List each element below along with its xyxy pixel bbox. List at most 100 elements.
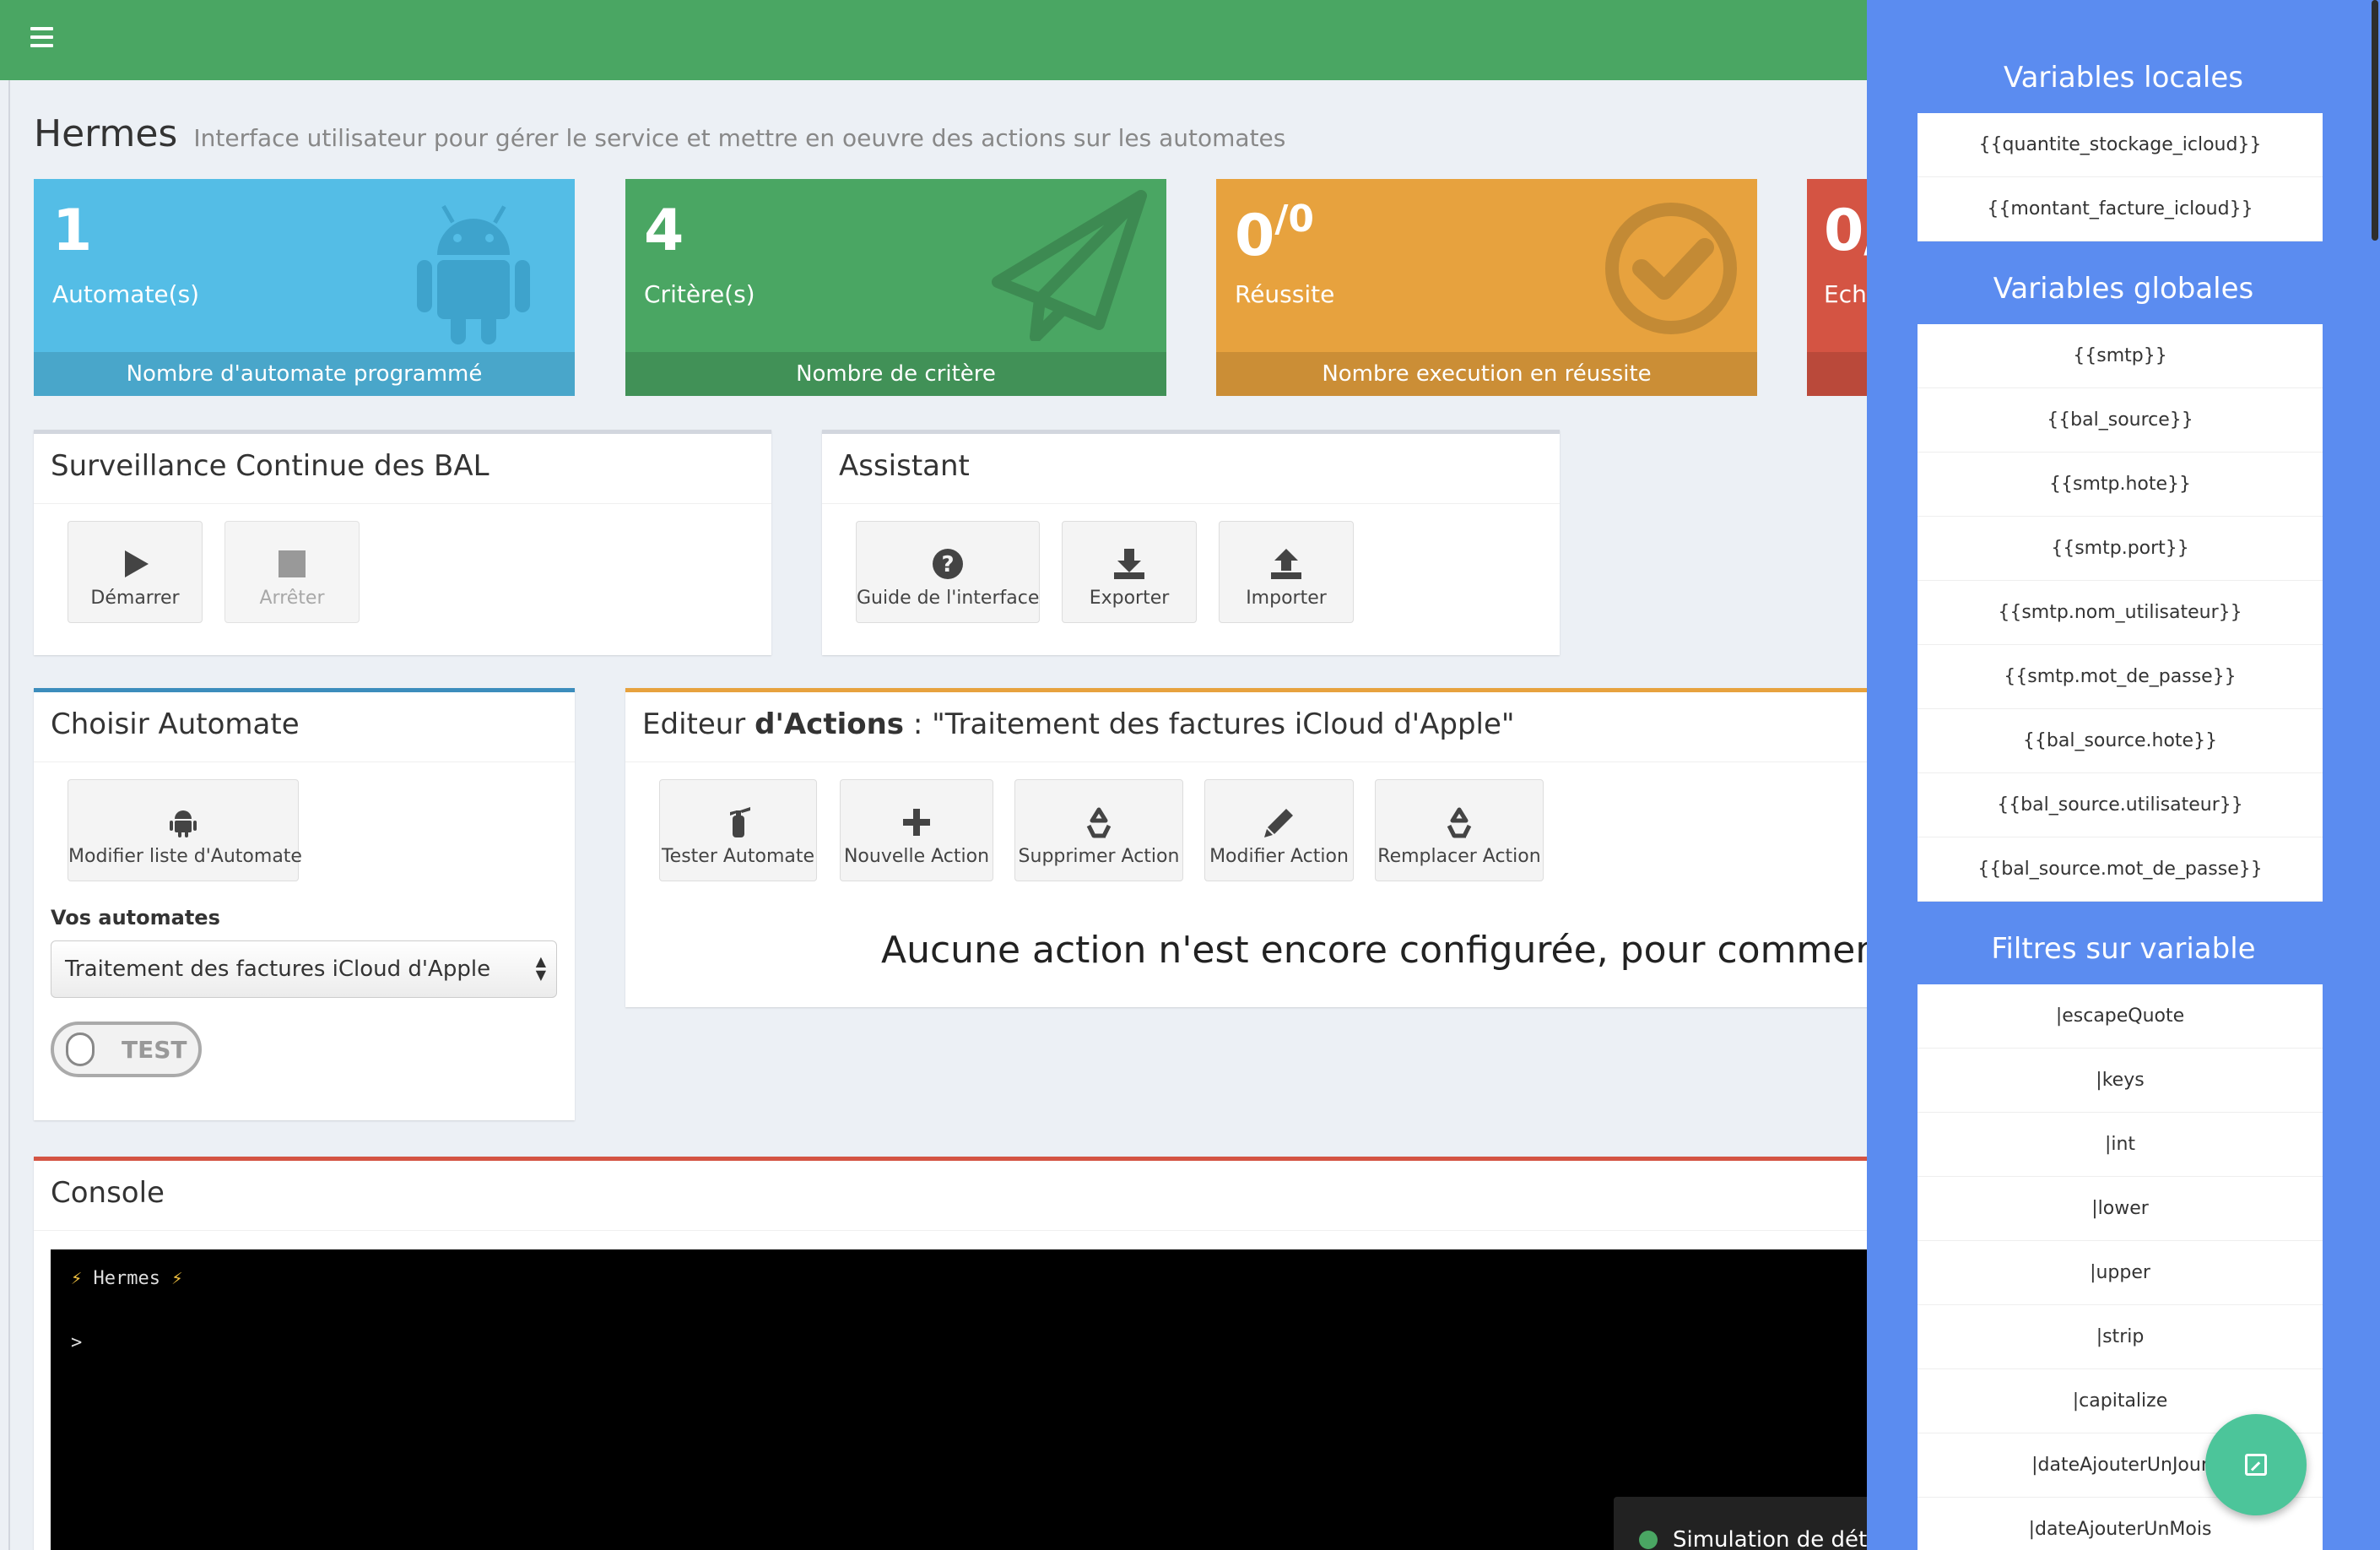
page-title: Hermes [34, 112, 178, 155]
button-label: Importer [1246, 588, 1327, 609]
recycle-icon [1447, 807, 1472, 838]
modify-automates-button[interactable]: Modifier liste d'Automate [68, 779, 302, 881]
variable-item[interactable]: {{smtp}} [1918, 324, 2323, 388]
stop-button[interactable]: Arrêter [224, 521, 360, 623]
paper-plane-icon [992, 190, 1147, 341]
stat-label: Critère(s) [644, 280, 755, 308]
globals-title: Variables globales [1993, 272, 2254, 306]
stat-echec: 0/ Eche [1807, 179, 1867, 396]
variable-item[interactable]: |escapeQuote [1918, 984, 2323, 1049]
locals-title: Variables locales [2003, 61, 2244, 95]
download-icon [1114, 549, 1144, 579]
stat-footer: Nombre d'automate programmé [34, 352, 575, 396]
toast-text: Simulation de déteo [1673, 1527, 1867, 1550]
variable-item[interactable]: {{smtp.hote}} [1918, 453, 2323, 517]
box-divider [34, 503, 771, 504]
notification-toast: Simulation de déteo [1614, 1497, 1867, 1550]
select-value: Traitement des factures iCloud d'Apple [65, 957, 491, 982]
main-content: Hermes Interface utilisateur pour gérer … [0, 80, 1867, 1550]
select-arrows-icon: ▲ ▼ [535, 953, 546, 983]
toggle-label: TEST [122, 1036, 187, 1064]
box-title: Choisir Automate [51, 707, 300, 741]
button-label: Guide de l'interface [857, 588, 1040, 609]
recycle-icon [1086, 807, 1112, 838]
stat-footer: Nombre execution en réussite [1216, 352, 1757, 396]
variable-item[interactable]: |strip [1918, 1305, 2323, 1369]
lightning-icon: ⚡ [171, 1268, 183, 1289]
button-label: Exporter [1089, 588, 1170, 609]
globals-list: {{smtp}} {{bal_source}} {{smtp.hote}} {{smt… [1918, 324, 2323, 902]
test-automate-button[interactable]: Tester Automate [659, 779, 817, 881]
automates-label: Vos automates [51, 906, 220, 929]
test-mode-toggle[interactable]: TEST [51, 1022, 202, 1077]
box-title: Console [51, 1176, 165, 1210]
variable-item[interactable]: {{quantite_stockage_icloud}} [1918, 113, 2323, 177]
stat-value: 1 [52, 198, 93, 264]
button-label: Tester Automate [661, 846, 815, 867]
console-terminal[interactable]: ⚡ Hermes ⚡ > [51, 1249, 1867, 1550]
terminal-banner-text: Hermes [93, 1268, 160, 1289]
variable-item[interactable]: {{bal_source}} [1918, 388, 2323, 453]
floating-edit-button[interactable] [2205, 1414, 2307, 1515]
delete-action-button[interactable]: Supprimer Action [1014, 779, 1183, 881]
button-label: Arrêter [259, 588, 325, 609]
new-action-button[interactable]: Nouvelle Action [840, 779, 993, 881]
button-label: Démarrer [90, 588, 180, 609]
scrollbar-thumb[interactable] [2372, 0, 2378, 241]
stop-icon [279, 550, 306, 577]
android-icon [417, 204, 530, 344]
empty-actions-message: Aucune action n'est encore configurée, p… [881, 929, 1867, 972]
stat-label: Automate(s) [52, 280, 200, 308]
guide-button[interactable]: ? Guide de l'interface [856, 521, 1040, 623]
stat-footer: Nombre de critère [625, 352, 1166, 396]
variable-item[interactable]: {{bal_source.mot_de_passe}} [1918, 837, 2323, 902]
replace-action-button[interactable]: Remplacer Action [1375, 779, 1544, 881]
filters-title: Filtres sur variable [1991, 932, 2256, 966]
svg-text:?: ? [941, 552, 954, 577]
variable-item[interactable]: {{montant_facture_icloud}} [1918, 177, 2323, 241]
question-circle-icon: ? [933, 549, 963, 579]
variable-item[interactable]: {{bal_source.hote}} [1918, 709, 2323, 773]
stat-footer [1807, 352, 1867, 396]
variable-item[interactable]: |lower [1918, 1177, 2323, 1241]
edit-action-button[interactable]: Modifier Action [1204, 779, 1354, 881]
export-button[interactable]: Exporter [1062, 521, 1197, 623]
variables-sidebar: Variables locales {{quantite_stockage_ic… [1867, 0, 2380, 1550]
stat-reussite: 0/0 Réussite Nombre execution en réussit… [1216, 179, 1757, 396]
box-divider [34, 761, 575, 762]
variable-item[interactable]: {{smtp.nom_utilisateur}} [1918, 581, 2323, 645]
button-label: Supprimer Action [1018, 846, 1180, 867]
page-header: Hermes Interface utilisateur pour gérer … [34, 112, 1285, 155]
fire-extinguisher-icon [729, 807, 750, 837]
start-button[interactable]: Démarrer [68, 521, 203, 623]
automate-select[interactable]: Traitement des factures iCloud d'Apple ▲… [51, 940, 557, 998]
variable-item[interactable]: |int [1918, 1113, 2323, 1177]
stat-value: 4 [644, 198, 684, 264]
stat-automates: 1 Automate(s) Nombre d'automate programm… [34, 179, 575, 396]
upload-icon [1271, 549, 1301, 579]
status-dot-icon [1639, 1531, 1658, 1549]
import-button[interactable]: Importer [1219, 521, 1354, 623]
variable-item[interactable]: |keys [1918, 1049, 2323, 1113]
action-editor-box: Editeur d'Actions : "Traitement des fact… [625, 688, 1867, 1007]
stat-label: Réussite [1235, 280, 1335, 308]
box-divider [34, 1230, 1867, 1231]
variable-item[interactable]: |upper [1918, 1241, 2323, 1305]
stat-criteres: 4 Critère(s) Nombre de critère [625, 179, 1166, 396]
play-icon [125, 550, 149, 577]
box-title: Surveillance Continue des BAL [51, 449, 490, 483]
choisir-automate-box: Choisir Automate Modifier liste d'Automa… [34, 688, 575, 1120]
plus-icon [903, 809, 930, 836]
box-divider [822, 503, 1560, 504]
menu-toggle-icon[interactable] [30, 27, 53, 47]
button-label: Modifier Action [1209, 846, 1349, 867]
variable-item[interactable]: {{smtp.port}} [1918, 517, 2323, 581]
locals-list: {{quantite_stockage_icloud}} {{montant_fa… [1918, 113, 2323, 241]
terminal-banner: ⚡ Hermes ⚡ [71, 1268, 182, 1289]
button-label: Modifier liste d'Automate [68, 846, 302, 867]
variable-item[interactable]: {{smtp.mot_de_passe}} [1918, 645, 2323, 709]
page-subtitle: Interface utilisateur pour gérer le serv… [193, 124, 1286, 152]
android-icon [170, 810, 197, 837]
variable-item[interactable]: {{bal_source.utilisateur}} [1918, 773, 2323, 837]
console-box: Console ⚡ Hermes ⚡ > [34, 1157, 1867, 1550]
